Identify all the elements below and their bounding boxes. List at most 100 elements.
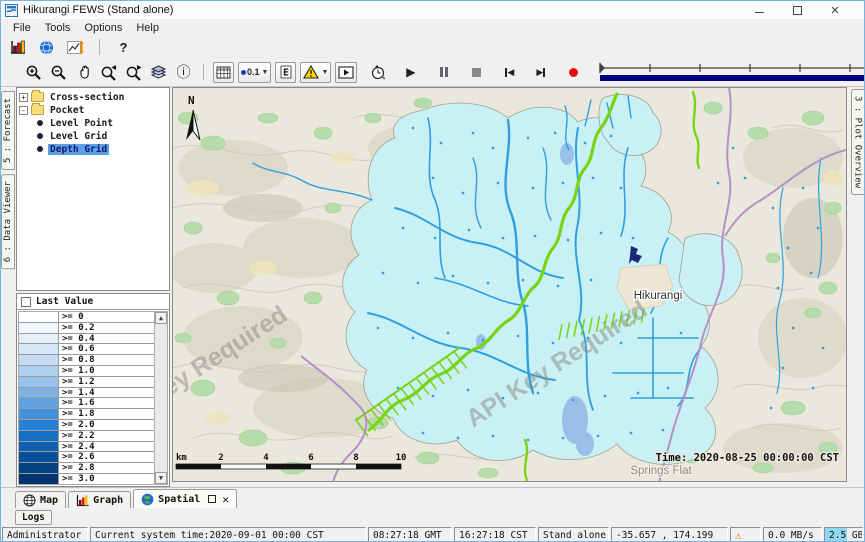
legend-row[interactable]: >= 2.4	[19, 442, 154, 453]
legend-color-swatch	[19, 431, 59, 441]
tab-maximize-icon[interactable]	[208, 495, 216, 503]
legend-row[interactable]: >= 2.2	[19, 431, 154, 442]
wire-globe-icon	[23, 494, 36, 507]
scroll-down-icon[interactable]: ▼	[155, 472, 167, 484]
legend-threshold-label: >= 2.6	[59, 452, 154, 462]
tree-item-level-grid[interactable]: Level Grid	[35, 130, 167, 142]
tab-graph-label: Graph	[93, 495, 123, 506]
legend-row[interactable]: >= 3.0	[19, 474, 154, 484]
help-button[interactable]: ?	[113, 37, 134, 58]
layers-icon[interactable]	[148, 62, 169, 83]
tab-close-icon[interactable]: ✕	[222, 494, 229, 505]
legend-row[interactable]: >= 2.0	[19, 420, 154, 431]
legend-row[interactable]: >= 0	[19, 312, 154, 323]
menu-options[interactable]: Options	[78, 21, 128, 35]
toolbar-main: ⓘ 0.1▼ E ▼ ▶ ◀ ▶	[1, 58, 864, 87]
legend-row[interactable]: >= 0.2	[19, 323, 154, 334]
left-tab-strip: 5 : Forecast 6 : Data Viewer	[1, 87, 15, 487]
menu-help[interactable]: Help	[130, 21, 165, 35]
tree-item-pocket[interactable]: -Pocket	[19, 104, 167, 116]
legend-threshold-label: >= 2.0	[59, 420, 154, 430]
side-tab-left-0[interactable]: 5 : Forecast	[1, 91, 15, 170]
globe-icon[interactable]	[36, 37, 57, 58]
tab-graph[interactable]: Graph	[68, 491, 131, 508]
tree-item-level-point[interactable]: Level Point	[35, 117, 167, 129]
legend-color-swatch	[19, 344, 59, 354]
legend-color-swatch	[19, 420, 59, 430]
legend-color-swatch	[19, 409, 59, 419]
zoom-in-icon[interactable]	[23, 62, 44, 83]
tree-label: Level Grid	[48, 131, 109, 142]
record-button[interactable]	[563, 62, 584, 83]
status-warning-icon[interactable]: ⚠	[730, 527, 761, 542]
timer-icon[interactable]	[367, 62, 388, 83]
pause-button[interactable]	[433, 62, 454, 83]
svg-text:E: E	[283, 68, 289, 79]
legend-row[interactable]: >= 1.0	[19, 366, 154, 377]
legend-checkbox-label: Last Value	[36, 296, 93, 307]
place-label-hikurangi: Hikurangi	[634, 290, 683, 302]
zoom-previous-icon[interactable]	[98, 62, 119, 83]
legend-row[interactable]: >= 2.6	[19, 452, 154, 463]
menu-file[interactable]: File	[7, 21, 37, 35]
stop-button[interactable]	[466, 62, 487, 83]
grid-display-button[interactable]	[213, 62, 234, 83]
tab-spatial[interactable]: Spatial ✕	[133, 489, 237, 508]
tree-item-cross-section[interactable]: +Cross-section	[19, 91, 167, 103]
bar-chart-icon[interactable]	[7, 37, 28, 58]
graph-icon	[76, 494, 89, 507]
bottom-tab-bar: Map Graph Spatial ✕	[1, 487, 864, 508]
zoom-next-icon[interactable]	[123, 62, 144, 83]
time-slider[interactable]	[598, 60, 865, 84]
legend-color-swatch	[19, 377, 59, 387]
warning-threshold-dropdown[interactable]: ▼	[300, 62, 331, 83]
legend-color-swatch	[19, 312, 59, 322]
info-icon[interactable]: ⓘ	[173, 62, 194, 83]
close-button[interactable]: ✕	[828, 4, 842, 16]
legend-threshold-label: >= 1.8	[59, 409, 154, 419]
tree-item-depth-grid[interactable]: Depth Grid	[35, 143, 167, 155]
legend-row[interactable]: >= 0.8	[19, 355, 154, 366]
legend-threshold-label: >= 0.4	[59, 334, 154, 344]
legend-color-swatch	[19, 463, 59, 473]
legend-row[interactable]: >= 2.8	[19, 463, 154, 474]
animation-button[interactable]	[335, 62, 357, 83]
play-button[interactable]: ▶	[400, 62, 421, 83]
legend-threshold-label: >= 0.6	[59, 344, 154, 354]
legend-row[interactable]: >= 0.4	[19, 334, 154, 345]
legend-scrollbar[interactable]: ▲ ▼	[154, 312, 167, 484]
side-tab-right-0[interactable]: 3 : Plot Overview	[851, 89, 865, 195]
step-forward-button[interactable]: ▶	[530, 62, 551, 83]
step-back-button[interactable]: ◀	[499, 62, 520, 83]
logs-button[interactable]: Logs	[15, 510, 52, 525]
contour-interval-dropdown[interactable]: 0.1▼	[238, 62, 271, 83]
last-value-checkbox[interactable]	[21, 297, 31, 307]
scroll-up-icon[interactable]: ▲	[155, 312, 167, 324]
side-tab-left-1[interactable]: 6 : Data Viewer	[1, 174, 15, 269]
bullet-icon	[37, 133, 43, 139]
maximize-button[interactable]	[790, 4, 804, 16]
legend-row[interactable]: >= 1.2	[19, 377, 154, 388]
tab-map[interactable]: Map	[15, 491, 66, 508]
menu-tools[interactable]: Tools	[39, 21, 77, 35]
tree-expander-icon[interactable]: -	[19, 106, 28, 115]
chart-arrows-icon[interactable]	[65, 37, 86, 58]
legend-threshold-label: >= 1.4	[59, 388, 154, 398]
legend-row[interactable]: >= 0.6	[19, 344, 154, 355]
tree-expander-icon[interactable]: +	[19, 93, 28, 102]
minimize-button[interactable]	[752, 4, 766, 16]
status-transfer-rate: 0.0 MB/s	[763, 527, 822, 542]
tab-spatial-label: Spatial	[158, 494, 200, 505]
legend-row[interactable]: >= 1.8	[19, 409, 154, 420]
folder-icon	[31, 92, 44, 102]
zoom-out-icon[interactable]	[48, 62, 69, 83]
blue-globe-icon	[141, 493, 154, 506]
legend-row[interactable]: >= 1.6	[19, 398, 154, 409]
svg-text:4: 4	[263, 453, 269, 463]
window-title: Hikurangi FEWS (Stand alone)	[23, 4, 173, 16]
label-button[interactable]: E	[275, 62, 296, 83]
map-view[interactable]: API Key Required API Key Required Hikura…	[172, 87, 847, 482]
legend-row[interactable]: >= 1.4	[19, 388, 154, 399]
pan-hand-icon[interactable]	[73, 62, 94, 83]
toolbar-top: ?	[1, 36, 864, 58]
